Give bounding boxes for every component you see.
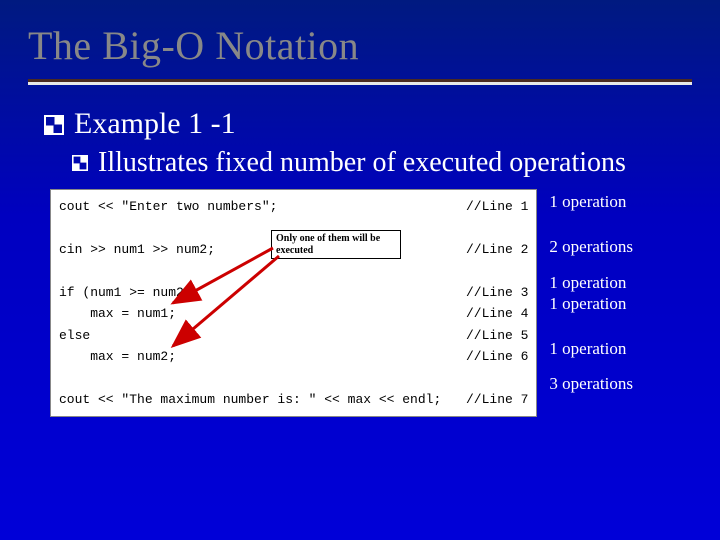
ops-line-4: 1 operation xyxy=(549,293,676,314)
content-row: cout << "Enter two numbers";//Line 1 cin… xyxy=(44,189,676,417)
ops-line-3: 1 operation xyxy=(549,272,676,293)
code-line-5: else//Line 5 xyxy=(59,325,528,346)
operations-column: 1 operation 2 operations 1 operation 1 o… xyxy=(549,189,676,395)
code-line-7: cout << "The maximum number is: " << max… xyxy=(59,389,528,410)
bullet-2-text: Illustrates fixed number of executed ope… xyxy=(98,147,626,179)
code-box: cout << "Enter two numbers";//Line 1 cin… xyxy=(50,189,537,417)
title-rule xyxy=(28,79,692,85)
bullet-1-text: Example 1 -1 xyxy=(74,107,236,141)
code-line-blank xyxy=(59,368,528,389)
bullet-level-2: Illustrates fixed number of executed ope… xyxy=(72,147,676,179)
outline-square-icon xyxy=(44,115,66,137)
ops-line-1: 1 operation xyxy=(549,191,676,212)
code-line-4: max = num1;//Line 4 xyxy=(59,303,528,324)
code-line-3: if (num1 >= num2)//Line 3 xyxy=(59,282,528,303)
slide-title: The Big-O Notation xyxy=(28,22,692,69)
code-line-6: max = num2;//Line 6 xyxy=(59,346,528,367)
ops-line-2: 2 operations xyxy=(549,236,676,257)
code-line-1: cout << "Enter two numbers";//Line 1 xyxy=(59,196,528,217)
ops-line-6: 3 operations xyxy=(549,373,676,394)
ops-line-5: 1 operation xyxy=(549,338,676,359)
bullet-level-1: Example 1 -1 xyxy=(44,107,676,141)
outline-square-icon xyxy=(72,155,90,173)
title-area: The Big-O Notation xyxy=(0,0,720,93)
callout-box: Only one of them will be executed xyxy=(271,230,401,259)
slide-body: Example 1 -1 Illustrates fixed number of… xyxy=(0,93,720,417)
code-line-blank xyxy=(59,260,528,281)
slide: The Big-O Notation Example 1 -1 xyxy=(0,0,720,540)
